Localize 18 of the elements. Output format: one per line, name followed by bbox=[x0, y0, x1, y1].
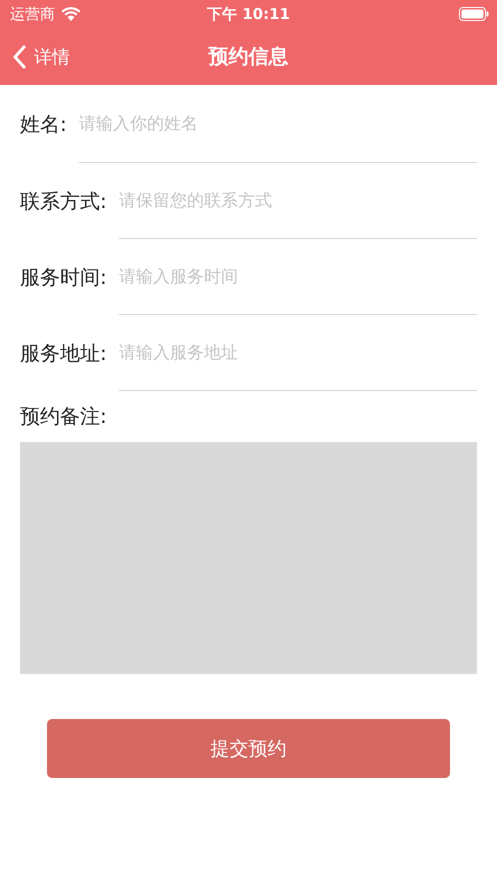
field-label: 预约备注: bbox=[20, 403, 108, 430]
page-title: 预约信息 bbox=[208, 43, 288, 70]
status-time: 下午 10:11 bbox=[207, 4, 290, 24]
wifi-icon bbox=[61, 7, 81, 21]
field-label: 姓名: bbox=[20, 110, 67, 138]
input-field[interactable]: 请输入服务时间 bbox=[118, 239, 477, 315]
input-field[interactable]: 请输入你的姓名 bbox=[78, 85, 477, 163]
battery-icon bbox=[459, 7, 489, 21]
field-label: 服务地址: bbox=[20, 340, 107, 366]
back-button[interactable]: 详情 bbox=[0, 44, 70, 68]
submit-button[interactable]: 提交预约 bbox=[47, 719, 450, 778]
notes-textarea[interactable] bbox=[20, 442, 477, 674]
carrier-name: 运营商 bbox=[10, 4, 55, 24]
field-label: 联系方式: bbox=[20, 188, 107, 214]
field-label: 服务时间: bbox=[20, 264, 107, 290]
input-field[interactable]: 请输入服务地址 bbox=[118, 315, 477, 391]
input-field[interactable]: 请保留您的联系方式 bbox=[118, 163, 477, 239]
back-icon bbox=[12, 44, 26, 68]
